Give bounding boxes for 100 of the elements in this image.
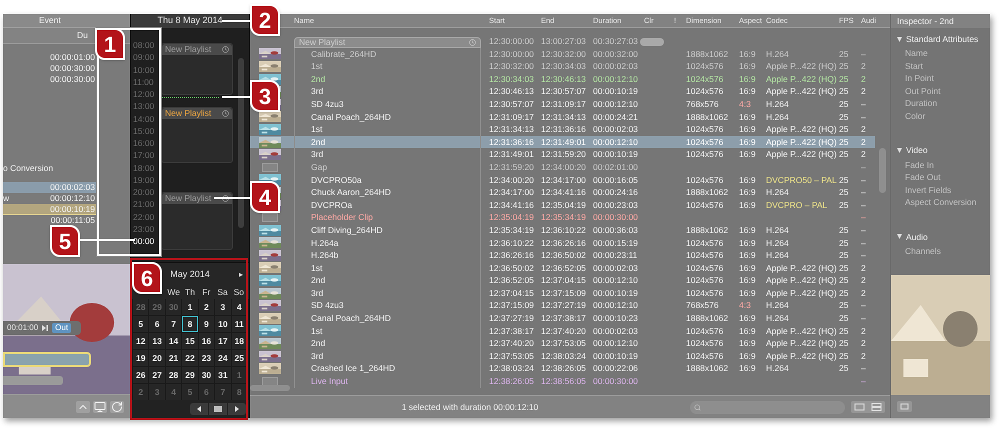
table-row[interactable]: New Playlist 12:30:00:00 13:00:27:03 00:30:27:03 <box>290 35 875 48</box>
calendar-day[interactable]: 12 <box>133 333 148 349</box>
calendar-day[interactable]: 6 <box>149 316 165 332</box>
column-header[interactable]: Du <box>77 29 88 42</box>
calendar-day[interactable]: 29 <box>149 299 165 315</box>
calendar-day[interactable]: 9 <box>198 316 214 332</box>
table-row[interactable]: 3rd 12:37:53:05 12:38:03:24 00:00:10:19 1024x576 16:9 Apple P...422 (HQ) 25 2 <box>290 350 875 362</box>
table-row[interactable]: 2nd 12:30:34:03 12:30:46:13 00:00:12:10 1024x576 16:9 Apple P...422 (HQ) 25 2 <box>290 72 875 86</box>
calendar-day[interactable]: 7 <box>215 384 231 400</box>
scrollbar-thumb[interactable] <box>879 148 886 193</box>
next-month-button[interactable]: ▸ <box>239 269 243 281</box>
table-row[interactable]: Canal Poach_264HD 12:37:27:19 12:37:38:17 00:00:10:23 1888x1062 16:9 H.264 25 – <box>290 312 875 325</box>
section-header[interactable]: Video <box>891 142 990 159</box>
table-row[interactable]: Canal Poach_264HD 12:31:09:17 12:31:34:13 00:00:24:21 1888x1062 16:9 H.264 25 – <box>290 110 875 124</box>
calendar-day[interactable]: 14 <box>166 333 182 349</box>
table-row[interactable]: 3rd 12:37:04:15 12:37:15:09 00:00:10:19 1024x576 16:9 Apple P...422 (HQ) 25 2 <box>290 286 875 300</box>
table-row[interactable]: Live Input 12:38:26:05 12:38:56:05 00:00:30:00 – <box>290 375 875 388</box>
previous-icon[interactable] <box>190 403 208 415</box>
table-row[interactable]: Placeholder Clip 12:35:04:19 12:35:34:19 00:00:30:00 – <box>290 211 875 224</box>
calendar-day[interactable]: 16 <box>198 333 214 349</box>
sort-icon[interactable] <box>76 400 90 412</box>
browser-row[interactable]: 00:00:30:00 <box>3 74 97 85</box>
calendar-day[interactable]: 18 <box>232 333 247 349</box>
calendar-day[interactable]: 3 <box>215 299 231 315</box>
calendar-day[interactable]: 4 <box>166 384 182 400</box>
playlist-block[interactable]: New Playlist <box>161 43 233 95</box>
scrollbar-thumb[interactable] <box>238 58 244 228</box>
calendar-day[interactable]: 5 <box>182 384 198 400</box>
calendar-day[interactable]: 1 <box>232 367 247 383</box>
calendar-day[interactable]: 13 <box>149 333 165 349</box>
calendar-day[interactable]: 6 <box>198 384 214 400</box>
table-row[interactable]: 2nd 12:31:36:16 12:31:49:01 00:00:12:10 1024x576 16:9 Apple P...422 (HQ) 25 2 <box>290 136 875 148</box>
table-row[interactable]: 3rd 12:31:49:01 12:31:59:20 00:00:10:19 1024x576 16:9 Apple P...422 (HQ) 25 2 <box>290 148 875 161</box>
browser-row[interactable]: 00:00:01:00 <box>3 52 97 63</box>
browser-row[interactable]: 00:00:02:03 <box>3 182 97 193</box>
calendar-day[interactable]: 25 <box>232 350 247 366</box>
calendar-day[interactable]: 26 <box>133 367 148 383</box>
table-row[interactable]: 1st 12:37:38:17 12:37:40:20 00:00:02:03 1024x576 16:9 Apple P...422 (HQ) 25 2 <box>290 324 875 338</box>
column-header[interactable]: Event <box>39 14 61 27</box>
table-row[interactable]: DVCPROa 12:34:41:16 12:35:04:19 00:00:23:03 1024x576 16:9 DVCPRO – PAL 25 – <box>290 198 875 212</box>
browser-row[interactable]: 00:00:10:19 <box>3 204 97 215</box>
calendar-day[interactable]: 28 <box>166 367 182 383</box>
calendar-day[interactable]: 29 <box>182 367 198 383</box>
calendar-day[interactable]: 20 <box>149 350 165 366</box>
table-row[interactable]: 1st 12:36:50:02 12:36:52:05 00:00:02:03 1024x576 16:9 Apple P...422 (HQ) 25 2 <box>290 262 875 274</box>
table-row[interactable]: Cliff Diving_264HD 12:35:34:19 12:36:10:22 00:00:36:03 1888x1062 16:9 H.264 25 – <box>290 224 875 236</box>
browser-row[interactable]: 00:00:11:05 <box>3 215 97 226</box>
calendar-day[interactable]: 2 <box>198 299 214 315</box>
section-header[interactable]: Audio <box>891 228 990 245</box>
table-row[interactable]: SD 4zu3 12:37:15:09 12:37:27:19 00:00:12:10 768x576 4:3 H.264 25 – <box>290 299 875 312</box>
search-field[interactable] <box>690 400 845 414</box>
calendar-day[interactable]: 3 <box>149 384 165 400</box>
browser-row[interactable]: 00:00:30:00 <box>3 63 97 74</box>
calendar-day[interactable]: 5 <box>133 316 148 332</box>
calendar-day[interactable]: 30 <box>198 367 214 383</box>
table-row[interactable]: DVCPRO50a 12:34:00:20 12:34:17:00 00:00:16:05 1024x576 16:9 DVCPRO50 – PAL 25 – <box>290 174 875 186</box>
calendar-day[interactable]: 31 <box>215 367 231 383</box>
calendar-grid-icon[interactable] <box>209 403 227 415</box>
playlist-block[interactable]: New Playlist <box>161 107 233 163</box>
browser-row[interactable]: w 00:00:12:10 <box>3 193 97 204</box>
calendar-day[interactable]: 10 <box>215 316 231 332</box>
calendar-day[interactable]: 23 <box>198 350 214 366</box>
table-row[interactable]: H.264b 12:36:26:16 12:36:50:02 00:00:23:11 1024x576 16:9 H.264 25 – <box>290 249 875 262</box>
calendar-day[interactable]: 8 <box>232 384 247 400</box>
playlist-header[interactable]: New Playlist <box>294 37 481 48</box>
refresh-icon[interactable] <box>110 400 124 412</box>
calendar-day[interactable]: 11 <box>232 316 247 332</box>
table-row[interactable]: Crashed Ice 1_264HD 12:38:03:24 12:38:26:05 00:00:22:06 1888x1062 16:9 H.264 25 – <box>290 362 875 376</box>
table-row[interactable]: 1st 12:30:32:00 12:30:34:03 00:00:02:03 1024x576 16:9 Apple P...422 (HQ) 25 2 <box>290 60 875 73</box>
color-swatch[interactable] <box>640 38 664 46</box>
playlist-block[interactable]: New Playlist <box>161 192 233 250</box>
table-row[interactable]: Calibrate_264HD 12:30:00:00 12:30:32:00 00:00:32:00 1888x1062 16:9 H.264 25 – <box>290 48 875 60</box>
calendar-day[interactable]: 28 <box>133 299 148 315</box>
next-icon[interactable] <box>228 403 246 415</box>
calendar-day[interactable]: 1 <box>182 299 198 315</box>
skip-icon[interactable] <box>42 325 48 331</box>
calendar-day[interactable]: 8 <box>182 316 198 332</box>
scrollbar-thumb[interactable] <box>250 385 290 391</box>
table-row[interactable]: 2nd 12:37:40:20 12:37:53:05 00:00:12:10 1024x576 16:9 Apple P...422 (HQ) 25 2 <box>290 337 875 350</box>
calendar-day[interactable]: 22 <box>182 350 198 366</box>
display-icon[interactable] <box>93 400 107 412</box>
split-view-icon[interactable] <box>868 401 885 413</box>
table-row[interactable]: SD 4zu3 12:30:57:07 12:31:09:17 00:00:12:10 768x576 4:3 H.264 25 – <box>290 98 875 111</box>
out-button[interactable]: Out <box>52 323 72 333</box>
calendar-day[interactable]: 21 <box>166 350 182 366</box>
display-icon[interactable] <box>897 401 912 412</box>
calendar-day[interactable]: 24 <box>215 350 231 366</box>
calendar-day[interactable]: 30 <box>166 299 182 315</box>
trim-bar[interactable] <box>3 352 91 367</box>
calendar-day[interactable]: 19 <box>133 350 148 366</box>
table-row[interactable]: Gap 12:31:59:20 12:34:00:20 00:02:01:00 – <box>290 160 875 174</box>
table-row[interactable]: 3rd 12:30:46:13 12:30:57:07 00:00:10:19 1024x576 16:9 Apple P...422 (HQ) 25 2 <box>290 85 875 98</box>
browser-row[interactable]: o Conversion <box>3 163 97 174</box>
single-view-icon[interactable] <box>851 401 868 413</box>
calendar-day[interactable]: 4 <box>232 299 247 315</box>
calendar-day[interactable]: 2 <box>133 384 148 400</box>
calendar-day[interactable]: 15 <box>182 333 198 349</box>
table-row[interactable]: Chuck Aaron_264HD 12:34:17:00 12:34:41:16 00:00:24:16 1888x1062 16:9 H.264 25 – <box>290 186 875 199</box>
section-header[interactable]: Standard Attributes <box>891 31 990 47</box>
table-row[interactable]: 2nd 12:36:52:05 12:37:04:15 00:00:12:10 1024x576 16:9 Apple P...422 (HQ) 25 2 <box>290 274 875 287</box>
